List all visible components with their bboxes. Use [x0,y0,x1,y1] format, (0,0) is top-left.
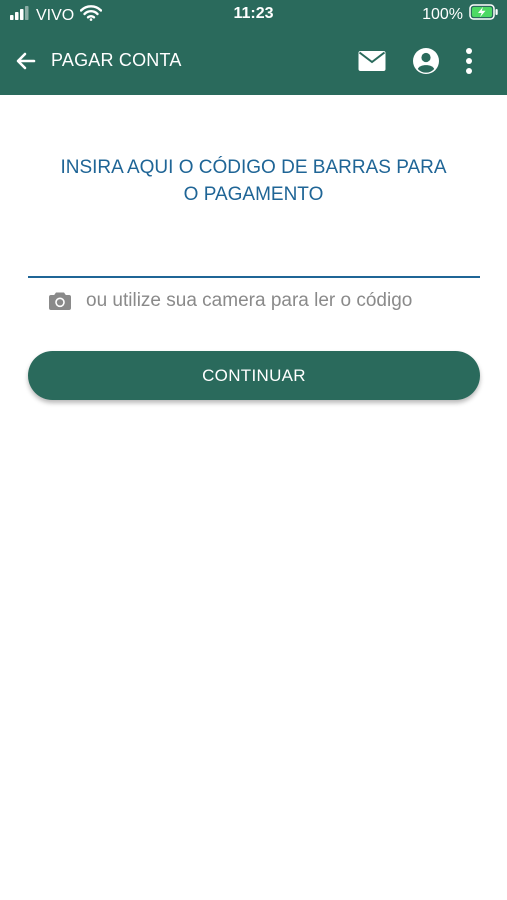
continue-button[interactable]: CONTINUAR [28,351,480,400]
scan-with-camera-link[interactable]: ou utilize sua camera para ler o código [48,290,412,312]
barcode-input[interactable] [28,240,480,278]
camera-link-text: ou utilize sua camera para ler o código [86,290,413,311]
camera-icon [49,292,71,310]
account-icon [413,48,439,74]
back-button[interactable] [12,47,40,75]
more-vertical-icon [466,48,472,74]
app-header: VIVO 11:23 100% PAGAR CONTA [0,0,507,95]
more-options-button[interactable] [454,46,484,76]
status-right: 100% [422,4,499,25]
mail-icon [358,51,386,71]
account-button[interactable] [411,46,441,76]
battery-charging-icon [469,4,499,25]
page-title: PAGAR CONTA [51,50,182,70]
messages-button[interactable] [357,46,387,76]
barcode-instructions: INSIRA AQUI O CÓDIGO DE BARRAS PARA O PA… [30,154,477,208]
status-bar: VIVO 11:23 100% [0,0,507,30]
heading-line-2: O PAGAMENTO [183,184,324,205]
heading-line-1: INSIRA AQUI O CÓDIGO DE BARRAS PARA [60,157,447,178]
arrow-left-icon [16,52,36,70]
toolbar: PAGAR CONTA [0,30,507,92]
battery-percent: 100% [422,5,463,23]
